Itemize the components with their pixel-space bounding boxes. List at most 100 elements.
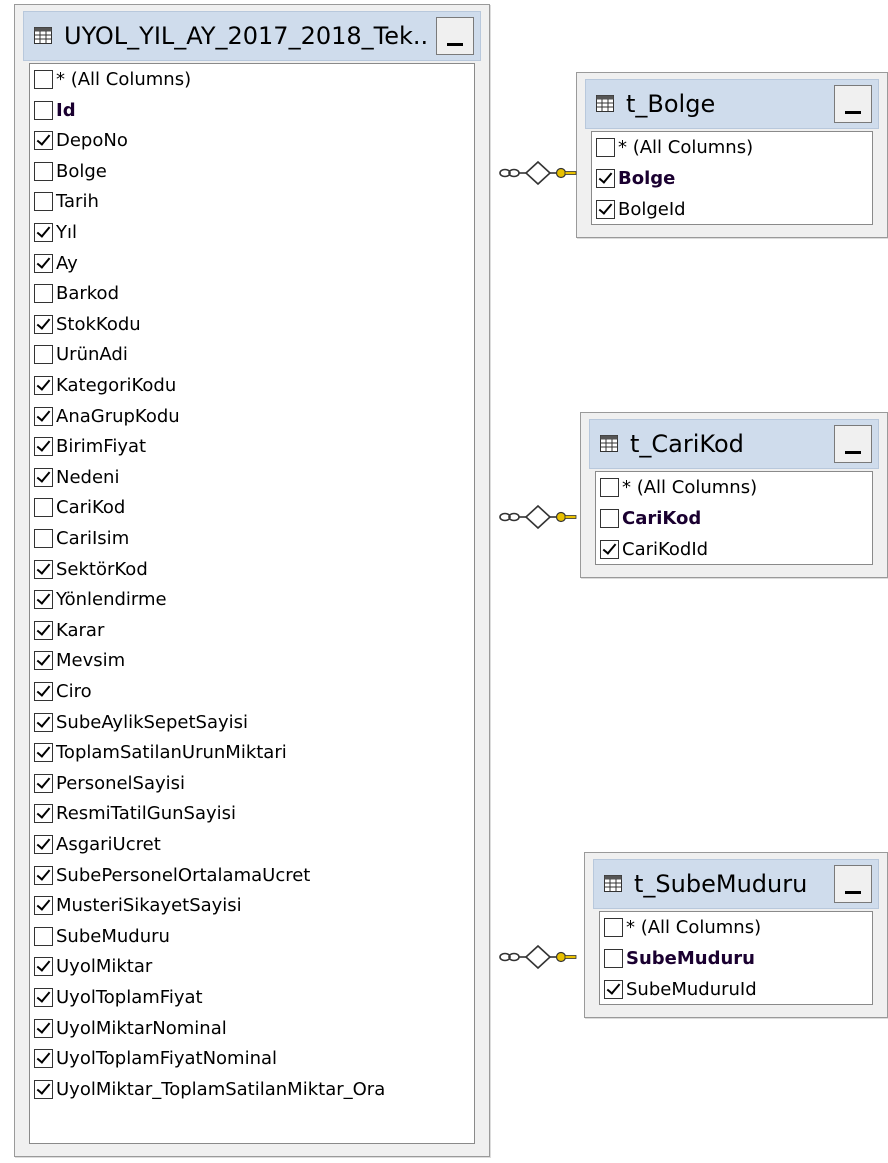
t-subemuduru-column-list[interactable]: * (All Columns) SubeMuduru SubeMuduruId [599,911,873,1005]
column-checkbox[interactable] [34,896,53,916]
column-checkbox[interactable] [34,1049,53,1069]
column-row[interactable]: Yönlendirme [34,584,167,615]
column-row[interactable]: CariKodId [600,534,708,564]
t-carikod-column-list[interactable]: * (All Columns) CariKod CariKodId [595,471,873,565]
column-row[interactable]: KategoriKodu [34,370,176,401]
column-row[interactable]: MusteriSikayetSayisi [34,890,242,921]
column-checkbox[interactable] [596,169,615,188]
column-checkbox[interactable] [600,478,619,497]
column-checkbox[interactable] [34,284,53,304]
relationship-join-icon[interactable] [498,502,580,532]
column-row[interactable]: Karar [34,615,104,646]
column-checkbox[interactable] [34,559,53,579]
t-subemuduru-table-window[interactable]: t_SubeMuduru * (All Columns) SubeMuduru Su… [584,852,888,1018]
column-checkbox[interactable] [34,620,53,640]
column-checkbox[interactable] [34,988,53,1007]
column-checkbox[interactable] [34,345,53,365]
column-row[interactable]: CariIsim [34,523,129,554]
column-checkbox[interactable] [34,590,53,610]
column-checkbox[interactable] [34,498,53,518]
column-row[interactable]: Yıl [34,217,77,248]
column-row[interactable]: AnaGrupKodu [34,401,180,432]
column-checkbox[interactable] [600,540,619,559]
column-checkbox[interactable] [34,70,53,89]
column-row[interactable]: UyolMiktar [34,951,152,982]
column-row[interactable]: Ay [34,248,78,279]
t-bolge-table-window[interactable]: t_Bolge * (All Columns) Bolge BolgeId [576,72,888,238]
column-checkbox[interactable] [34,957,53,977]
column-row[interactable]: PersonelSayisi [34,768,185,799]
column-row[interactable]: UyolToplamFiyatNominal [34,1043,277,1074]
column-row[interactable]: * (All Columns) [596,132,753,163]
column-checkbox[interactable] [34,161,53,181]
column-row[interactable]: CariKod [600,503,701,534]
column-checkbox[interactable] [596,138,615,157]
column-checkbox[interactable] [34,865,53,885]
column-row[interactable]: Mevsim [34,645,125,676]
column-checkbox[interactable] [34,835,53,854]
column-checkbox[interactable] [34,712,53,732]
main-table-window[interactable]: UYOL_YIL_AY_2017_2018_Tek... * (All Colu… [14,4,490,1157]
column-row[interactable]: ResmiTatilGunSayisi [34,798,236,829]
minimize-icon[interactable] [436,17,474,55]
column-row[interactable]: ToplamSatilanUrunMiktari [34,737,287,768]
column-row[interactable]: Ciro [34,676,92,707]
column-row[interactable]: * (All Columns) [34,64,191,95]
column-checkbox[interactable] [34,773,53,793]
column-checkbox[interactable] [34,529,53,548]
column-row[interactable]: SubeMuduru [34,921,170,952]
column-checkbox[interactable] [604,949,623,968]
column-checkbox[interactable] [600,509,619,528]
column-checkbox[interactable] [34,223,53,242]
column-row[interactable]: Barkod [34,278,119,309]
column-checkbox[interactable] [34,437,53,457]
column-checkbox[interactable] [34,467,53,487]
column-row[interactable]: SubeMuduruId [604,974,757,1004]
main-table-title-bar[interactable]: UYOL_YIL_AY_2017_2018_Tek... [23,11,481,61]
t-carikod-table-window[interactable]: t_CariKod * (All Columns) CariKod CariKodI… [580,412,888,578]
column-row[interactable]: Tarih [34,186,99,217]
column-checkbox[interactable] [34,192,53,212]
minimize-icon[interactable] [834,425,872,463]
column-checkbox[interactable] [604,918,623,937]
column-checkbox[interactable] [34,1018,53,1038]
column-row[interactable]: CariKod [34,492,125,523]
column-row[interactable]: UrünAdi [34,339,128,370]
main-table-column-list[interactable]: * (All Columns) Id DepoNo Bolge Tarih Yıl Ay Ba… [29,63,475,1144]
column-row[interactable]: BolgeId [596,194,686,224]
column-row[interactable]: SubeAylikSepetSayisi [34,707,248,738]
column-checkbox[interactable] [34,682,53,701]
column-row[interactable]: UyolMiktar_ToplamSatilanMiktar_Ora [34,1074,385,1105]
minimize-icon[interactable] [834,85,872,123]
column-row[interactable]: SubePersonelOrtalamaUcret [34,860,310,891]
relationship-join-icon[interactable] [498,158,580,188]
column-row[interactable]: UyolToplamFiyat [34,982,203,1013]
column-row[interactable]: Bolge [34,156,107,187]
column-row[interactable]: SektörKod [34,554,148,585]
column-row[interactable]: UyolMiktarNominal [34,1013,227,1044]
minimize-icon[interactable] [834,865,872,903]
column-row[interactable]: * (All Columns) [600,472,757,503]
t-bolge-column-list[interactable]: * (All Columns) Bolge BolgeId [591,131,873,225]
column-checkbox[interactable] [34,651,53,671]
column-checkbox[interactable] [34,743,53,763]
relationship-join-icon[interactable] [498,942,580,972]
t-subemuduru-title-bar[interactable]: t_SubeMuduru [593,859,879,909]
column-row[interactable]: DepoNo [34,125,128,156]
column-checkbox[interactable] [604,980,623,999]
column-checkbox[interactable] [34,926,53,946]
column-checkbox[interactable] [596,200,615,219]
column-checkbox[interactable] [34,1079,53,1099]
column-row[interactable]: StokKodu [34,309,141,340]
column-checkbox[interactable] [34,406,53,426]
column-row[interactable]: Nedeni [34,462,119,493]
column-checkbox[interactable] [34,804,53,824]
column-row[interactable]: * (All Columns) [604,912,761,943]
column-row[interactable]: Bolge [596,163,675,194]
column-checkbox[interactable] [34,131,53,151]
column-row[interactable]: Id [34,95,76,126]
column-checkbox[interactable] [34,376,53,395]
column-checkbox[interactable] [34,314,53,334]
t-bolge-title-bar[interactable]: t_Bolge [585,79,879,129]
column-checkbox[interactable] [34,100,53,120]
